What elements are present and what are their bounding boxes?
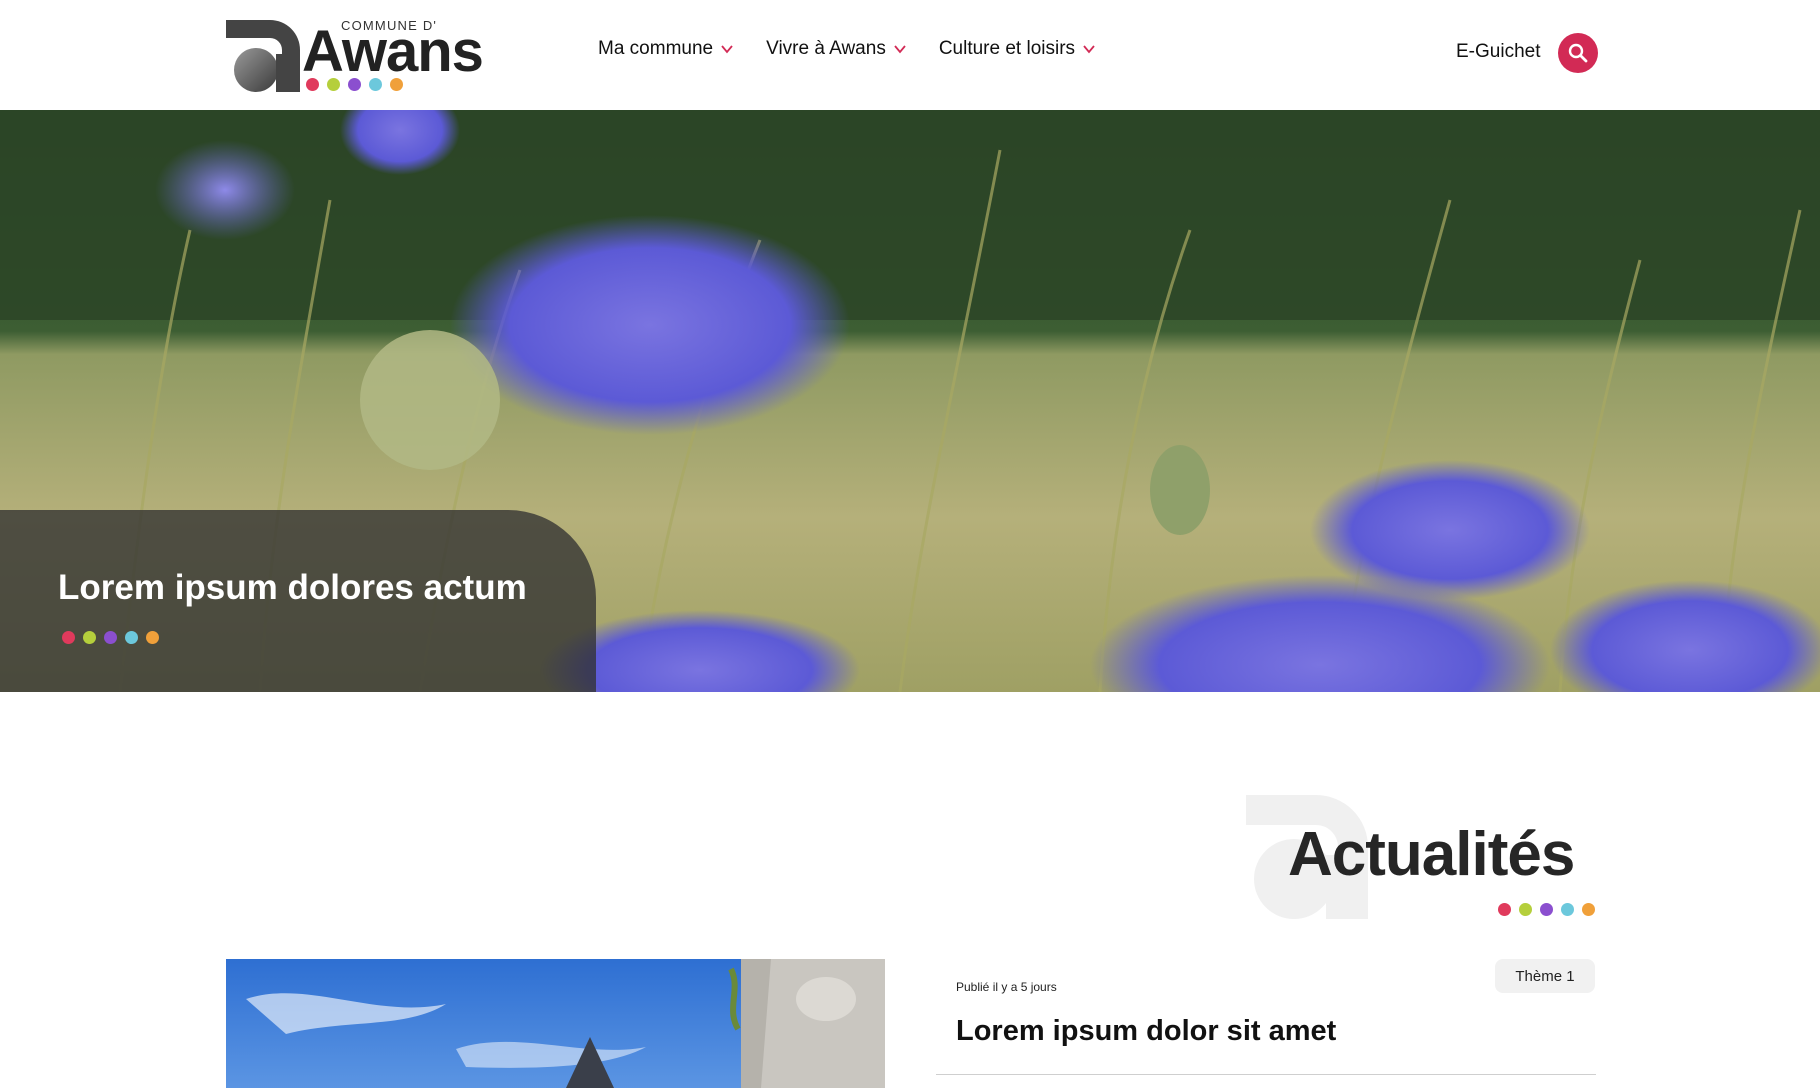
- theme-badge[interactable]: Thème 1: [1495, 959, 1595, 993]
- news-photo: [226, 959, 885, 1088]
- search-button[interactable]: [1558, 33, 1598, 73]
- logo-title: Awans: [302, 19, 484, 84]
- news-image[interactable]: [226, 959, 885, 1088]
- dot-blue: [369, 78, 382, 91]
- dot-red: [1498, 903, 1511, 916]
- logo-color-dots: [306, 78, 403, 91]
- dot-green: [1519, 903, 1532, 916]
- chevron-down-icon: [894, 45, 906, 54]
- nav-item-ma-commune[interactable]: Ma commune: [598, 38, 734, 60]
- hero-banner: Lorem ipsum dolores actum: [0, 110, 1820, 692]
- nav-item-label: Ma commune: [598, 38, 714, 59]
- hero-caption: Lorem ipsum dolores actum: [0, 510, 596, 692]
- dot-green: [83, 631, 96, 644]
- news-card[interactable]: Publié il y a 5 jours Lorem ipsum dolor …: [936, 959, 1596, 1075]
- news-date: Publié il y a 5 jours: [956, 980, 1057, 994]
- dot-purple: [1540, 903, 1553, 916]
- nav-item-culture-et-loisirs[interactable]: Culture et loisirs: [939, 38, 1096, 60]
- chevron-down-icon: [1083, 45, 1095, 54]
- dot-purple: [348, 78, 361, 91]
- nav-item-vivre-a-awans[interactable]: Vivre à Awans: [766, 38, 907, 60]
- main-nav: Ma commune Vivre à Awans Culture et lois…: [598, 38, 1096, 60]
- dot-orange: [390, 78, 403, 91]
- actualites-heading: Actualités: [1246, 795, 1596, 920]
- dot-red: [306, 78, 319, 91]
- news-title[interactable]: Lorem ipsum dolor sit amet: [956, 1015, 1336, 1048]
- hero-color-dots: [62, 631, 159, 644]
- site-header: COMMUNE D' Awans Ma commune Vivre à Awan…: [0, 0, 1820, 110]
- section-title: Actualités: [1288, 820, 1575, 889]
- dot-blue: [1561, 903, 1574, 916]
- dot-purple: [104, 631, 117, 644]
- chevron-down-icon: [721, 45, 733, 54]
- nav-item-label: Vivre à Awans: [766, 38, 886, 59]
- site-logo[interactable]: COMMUNE D' Awans: [226, 18, 511, 94]
- dot-green: [327, 78, 340, 91]
- section-color-dots: [1498, 903, 1595, 916]
- search-icon: [1568, 43, 1588, 63]
- dot-blue: [125, 631, 138, 644]
- dot-orange: [146, 631, 159, 644]
- dot-orange: [1582, 903, 1595, 916]
- logo-mark-icon: [226, 20, 300, 92]
- nav-item-label: Culture et loisirs: [938, 38, 1076, 59]
- hero-title: Lorem ipsum dolores actum: [58, 568, 527, 607]
- e-guichet-link[interactable]: E-Guichet: [1456, 41, 1540, 63]
- dot-red: [62, 631, 75, 644]
